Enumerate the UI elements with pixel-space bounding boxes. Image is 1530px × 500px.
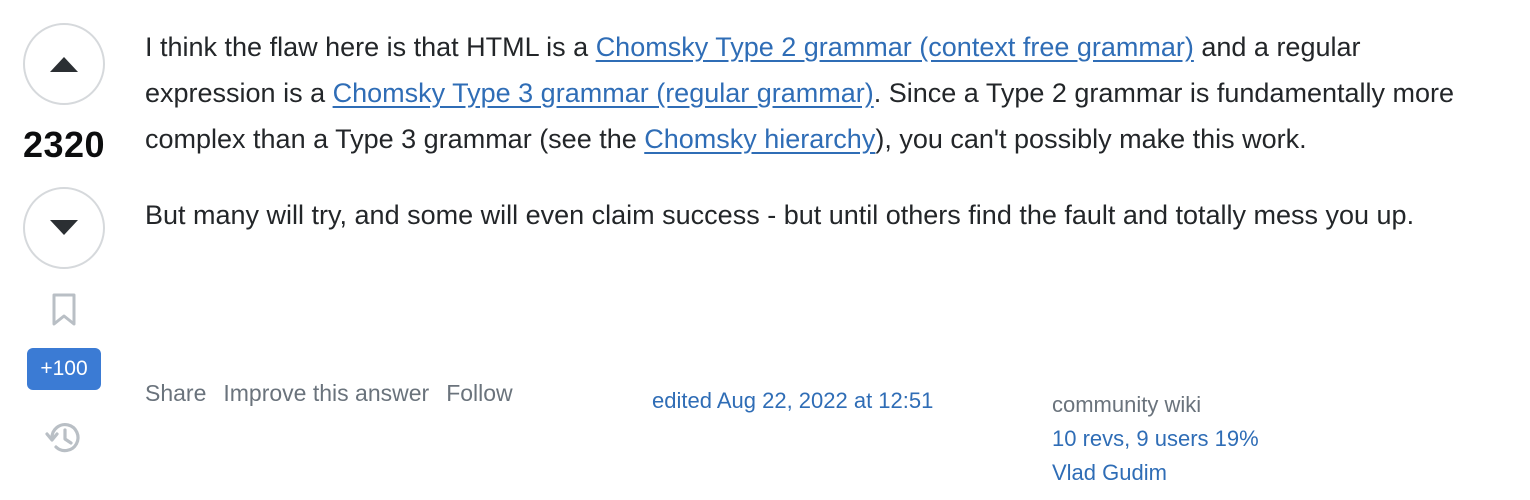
history-button[interactable]: [44, 418, 84, 458]
share-link[interactable]: Share: [145, 380, 206, 407]
vote-column: 2320 +100: [0, 0, 128, 500]
chomsky-hierarchy-link[interactable]: Chomsky hierarchy: [644, 124, 875, 154]
bookmark-button[interactable]: [50, 293, 78, 327]
answer-paragraph: But many will try, and some will even cl…: [145, 200, 1415, 230]
edited-timestamp-link[interactable]: edited Aug 22, 2022 at 12:51: [652, 388, 933, 414]
improve-answer-link[interactable]: Improve this answer: [223, 380, 429, 407]
user-link[interactable]: Vlad Gudim: [1052, 456, 1259, 490]
upvote-button[interactable]: [23, 23, 105, 105]
history-icon: [45, 423, 80, 453]
owner-info: community wiki 10 revs, 9 users 19% Vlad…: [1052, 388, 1259, 490]
triangle-up-icon: [50, 57, 78, 72]
triangle-down-icon: [50, 220, 78, 235]
answer-text: I think the flaw here is that HTML is a: [145, 32, 596, 62]
answer-paragraph: I think the flaw here is that HTML is a …: [145, 24, 1465, 162]
answer-body: I think the flaw here is that HTML is a …: [145, 24, 1465, 268]
community-wiki-label: community wiki: [1052, 392, 1202, 417]
downvote-button[interactable]: [23, 187, 105, 269]
chomsky-type-2-link[interactable]: Chomsky Type 2 grammar (context free gra…: [596, 32, 1194, 62]
bookmark-icon: [52, 293, 76, 326]
vote-count: 2320: [22, 124, 106, 165]
revisions-link[interactable]: 10 revs, 9 users 19%: [1052, 422, 1259, 456]
follow-link[interactable]: Follow: [446, 380, 512, 407]
bounty-badge[interactable]: +100: [27, 348, 101, 390]
post-menu: Share Improve this answer Follow: [145, 380, 513, 407]
chomsky-type-3-link[interactable]: Chomsky Type 3 grammar (regular grammar): [333, 78, 874, 108]
answer-text: ), you can't possibly make this work.: [875, 124, 1307, 154]
